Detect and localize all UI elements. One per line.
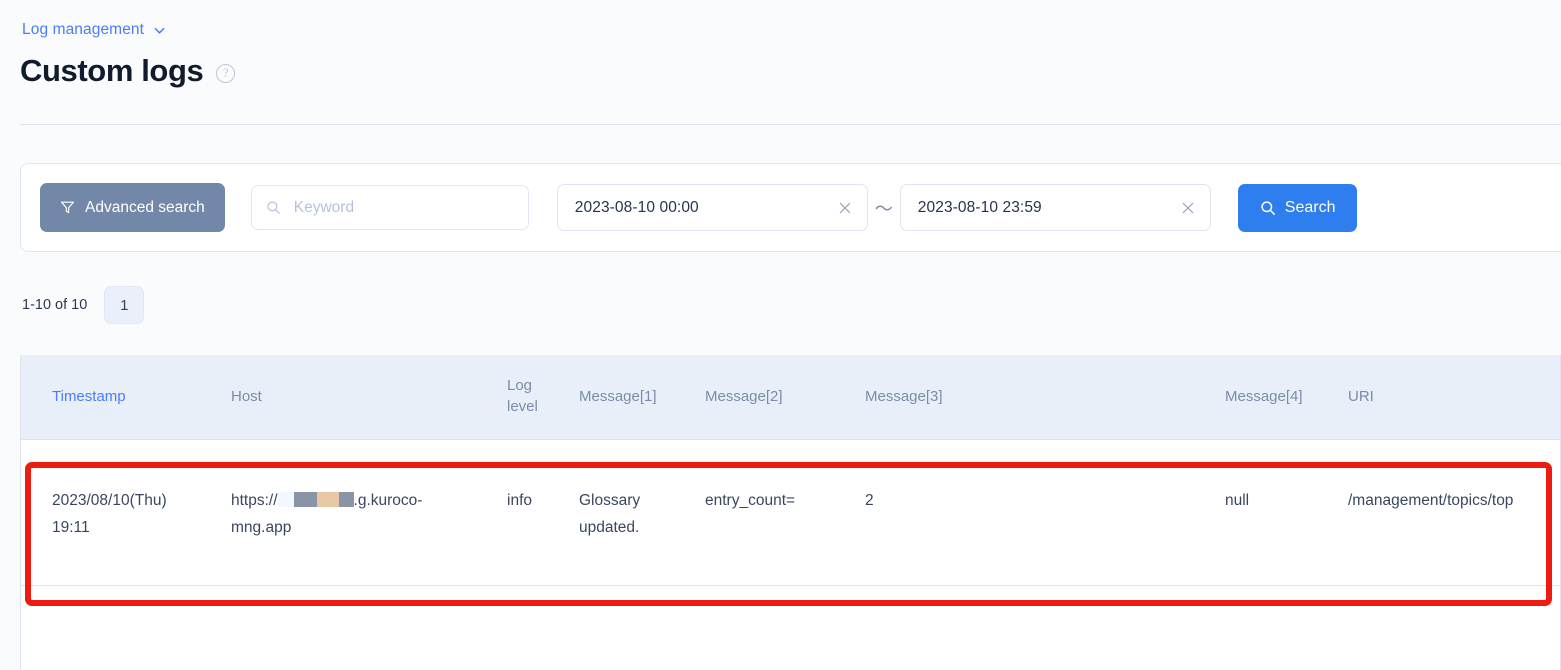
- title-divider: [20, 124, 1561, 125]
- table-header: Timestamp Host Log level Message[1] Mess…: [21, 355, 1560, 440]
- help-circle-icon[interactable]: ?: [216, 64, 236, 83]
- search-icon: [266, 200, 281, 215]
- chevron-down-icon[interactable]: [153, 24, 166, 37]
- advanced-search-label: Advanced search: [85, 198, 205, 216]
- search-button-label: Search: [1284, 198, 1336, 216]
- close-icon[interactable]: [1180, 200, 1196, 216]
- column-header-uri[interactable]: URI: [1348, 386, 1408, 407]
- column-header-message-3[interactable]: Message[3]: [865, 386, 975, 407]
- column-header-timestamp[interactable]: Timestamp: [52, 386, 162, 407]
- page-title-row: Custom logs ?: [20, 53, 236, 88]
- column-header-log-level[interactable]: Log level: [507, 375, 541, 417]
- cell-message-3: 2: [865, 492, 874, 509]
- column-header-message-1[interactable]: Message[1]: [579, 386, 689, 407]
- keyword-field[interactable]: [250, 185, 529, 230]
- search-button[interactable]: Search: [1237, 183, 1358, 232]
- table-row-next[interactable]: [21, 586, 1560, 646]
- pagination: 1-10 of 10 1: [22, 286, 145, 324]
- column-header-message-2[interactable]: Message[2]: [705, 386, 815, 407]
- date-range-separator: ～: [874, 198, 893, 219]
- cell-message-1: Glossary updated.: [579, 492, 641, 536]
- host-redaction-mask: [277, 492, 354, 507]
- search-icon: [1260, 200, 1276, 216]
- logs-table: Timestamp Host Log level Message[1] Mess…: [20, 355, 1561, 670]
- page-title: Custom logs: [20, 53, 204, 88]
- host-prefix: https://: [231, 492, 278, 509]
- cell-host: https://.g.kuroco-mng.app: [231, 487, 461, 541]
- close-icon[interactable]: [837, 200, 853, 216]
- search-controls: Advanced search ～: [40, 164, 1358, 251]
- date-from-input[interactable]: [572, 197, 837, 218]
- breadcrumb-label: Log management: [22, 21, 145, 38]
- cell-message-4: null: [1225, 492, 1250, 509]
- table-row[interactable]: 2023/08/10(Thu) 19:11 https://.g.kuroco-…: [21, 440, 1560, 586]
- breadcrumb-log-management[interactable]: Log management: [22, 21, 166, 39]
- cell-uri: /management/topics/top: [1348, 492, 1514, 509]
- date-from-field[interactable]: [556, 184, 868, 231]
- cell-log-level: info: [507, 492, 532, 509]
- cell-message-2: entry_count=: [705, 492, 796, 509]
- search-input[interactable]: [291, 197, 514, 218]
- date-to-field[interactable]: [899, 184, 1211, 231]
- column-header-host[interactable]: Host: [231, 386, 351, 407]
- column-header-message-4[interactable]: Message[4]: [1225, 386, 1335, 407]
- cell-timestamp: 2023/08/10(Thu) 19:11: [52, 492, 167, 536]
- filter-funnel-icon: [60, 200, 75, 215]
- date-to-input[interactable]: [915, 197, 1180, 218]
- search-panel: Advanced search ～: [20, 163, 1561, 252]
- page-button-1[interactable]: 1: [104, 286, 145, 324]
- table-header-row: Timestamp Host Log level Message[1] Mess…: [21, 355, 1560, 439]
- custom-logs-page: Log management Custom logs ? Advanced se…: [0, 0, 1561, 670]
- advanced-search-button[interactable]: Advanced search: [40, 183, 225, 232]
- pagination-range: 1-10 of 10: [22, 297, 88, 313]
